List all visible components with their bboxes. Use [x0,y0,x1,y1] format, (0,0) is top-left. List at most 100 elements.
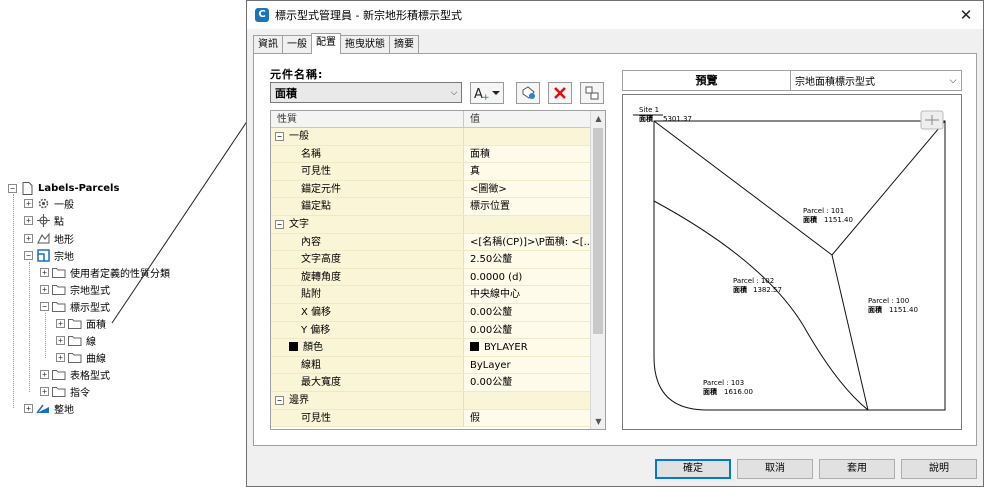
grid-property-row[interactable]: 可見性 真 [271,163,591,181]
property-value: 0.00公釐 [470,324,513,336]
component-name-label: 元件名稱: [270,68,324,81]
property-name: X 偏移 [301,306,332,318]
grid-property-row[interactable]: 貼附 中央線中心 [271,286,591,304]
parcel-100-area: 1151.40 [889,306,918,314]
property-value: BYLAYER [484,342,528,354]
tab-layout[interactable]: 配置 [311,33,341,54]
preview-header: 預覽 宗地面積標示型式 ⌵ [622,70,962,91]
parcel-line [831,120,946,256]
property-grid: 性質 值 − 一般 名稱 面積 可見性真錨定元件 <圖徵> 錨定點 標示位置 − 文字 內容 <[名稱… [270,110,606,430]
property-value: 0.0000 (d) [470,271,523,283]
preview-drawing: Site 1 面積 5301.37 Parcel : 101 面積 1151.4… [633,106,946,411]
grid-property-row[interactable]: 名稱 面積 [271,145,591,164]
parcel-line [653,200,869,411]
grid-category-row[interactable]: − 文字 [271,215,591,234]
tab-general[interactable]: 一般 [282,35,312,54]
delete-component-button[interactable] [548,82,572,104]
property-value: 中央線中心 [470,289,520,301]
preview-viewport: Site 1 面積 5301.37 Parcel : 101 面積 1151.4… [622,94,962,430]
grid-property-row[interactable]: Y 偏移 0.00公釐 [271,321,591,340]
grid-property-row[interactable]: 顏色 BYLAYER [271,339,591,357]
property-name: 一般 [289,131,309,142]
grid-scrollbar[interactable]: ▲ ▼ [590,111,605,429]
grid-property-row[interactable]: 文字高度 2.50公釐 [271,251,591,269]
copy-component-icon [522,86,535,99]
parcel-103-name: Parcel : 103 [703,379,744,387]
parcel-102-area: 1382.57 [753,286,782,294]
layout-panel: 元件名稱: 面積 ⌵ A + 性質 值 − 一般 名稱 面積 可見性真錨定元件 <圖徵> 錨定… [253,53,977,446]
parcel-101-area-prefix: 面積 [803,215,818,224]
site-boundary [653,120,946,411]
grid-category-row[interactable]: − 一般 [271,128,591,146]
color-swatch-icon [289,342,298,352]
property-name: 文字 [289,218,309,230]
copy-component-button[interactable] [516,82,540,104]
property-value: 真 [470,166,480,178]
label-style-composer-dialog: C 標示型式管理員 - 新宗地形積標示型式 ✕ 資訊 一般 配置 拖曳狀態 摘要… [246,0,984,487]
property-value: 面積 [470,148,490,160]
grid-property-row[interactable]: 線粗 ByLayer [271,356,591,375]
grid-property-row[interactable]: 最大寬度 0.00公釐 [271,374,591,392]
grid-category-row[interactable]: − 邊界 [271,391,591,410]
collapse-icon[interactable]: − [275,132,284,141]
grid-property-row[interactable]: 錨定點 標示位置 [271,198,591,216]
property-name: 可見性 [301,166,331,178]
grid-header: 性質 值 [271,111,591,128]
property-name: 邊界 [289,394,309,406]
site-area-value: 5301.37 [663,115,692,123]
scroll-thumb[interactable] [593,128,603,334]
property-value: ByLayer [470,359,511,371]
parcel-101-name: Parcel : 101 [803,207,844,215]
property-name: 錨定點 [301,201,331,213]
close-icon[interactable]: ✕ [955,4,977,26]
grid-property-row[interactable]: X 偏移 0.00公釐 [271,303,591,322]
cancel-button[interactable]: 取消 [737,459,813,479]
component-draw-order-button[interactable] [580,82,604,104]
property-value: 0.00公釐 [470,377,513,389]
property-name: 顏色 [303,342,323,354]
property-name: 名稱 [301,148,321,160]
grid-property-row[interactable]: 內容 <[名稱(CP)]>\P面積: <[... [271,233,591,252]
tab-summary[interactable]: 摘要 [389,35,419,54]
property-value: 2.50公釐 [470,254,513,266]
tab-dragged-state[interactable]: 拖曳狀態 [340,35,390,54]
preview-label: 預覽 [623,71,791,90]
scroll-up-icon[interactable]: ▲ [591,111,605,126]
create-text-component-button[interactable]: A + [470,82,504,104]
property-name: 可見性 [301,412,331,424]
property-value: <圖徵> [470,183,507,195]
grid-property-row[interactable]: 可見性 假 [271,409,591,428]
title-bar: C 標示型式管理員 - 新宗地形積標示型式 ✕ [247,1,983,29]
property-name: 內容 [301,236,321,248]
collapse-icon[interactable]: − [275,395,284,405]
grid-property-row[interactable]: 錨定元件 <圖徵> [271,180,591,199]
parcel-103-area-prefix: 面積 [703,387,718,396]
parcel-102-name: Parcel : 102 [733,277,774,285]
property-name: 錨定元件 [301,183,341,195]
parcel-101-area: 1151.40 [824,216,853,224]
property-name: 文字高度 [301,254,341,266]
chevron-down-icon: ⌵ [450,87,458,98]
preview-style-select[interactable]: 宗地面積標示型式 ⌵ [791,71,961,90]
ok-button[interactable]: 確定 [655,459,731,479]
draw-order-icon [585,86,599,100]
apply-button[interactable]: 套用 [819,459,895,479]
scroll-down-icon[interactable]: ▼ [591,414,605,429]
tab-information[interactable]: 資訊 [253,35,283,54]
collapse-icon[interactable]: − [275,219,284,229]
property-value: 標示位置 [470,201,510,213]
svg-text:+: + [482,93,490,101]
property-column-header: 性質 [271,111,464,127]
delete-icon [554,87,566,99]
parcel-100-area-prefix: 面積 [868,305,883,314]
parcel-100-name: Parcel : 100 [868,297,909,305]
component-name-select[interactable]: 面積 ⌵ [270,82,462,103]
parcel-line [653,120,869,411]
grid-property-row[interactable]: 旋轉角度 0.0000 (d) [271,268,591,287]
help-button[interactable]: 說明 [901,459,977,479]
property-name: 線粗 [301,359,321,371]
grid-rows: − 一般 名稱 面積 可見性真錨定元件 <圖徵> 錨定點 標示位置 − 文字 內容 <[名稱(CP)]… [271,128,591,428]
property-value: <[名稱(CP)]>\P面積: <[... [470,236,591,248]
site-area-prefix: 面積 [639,114,654,123]
tab-strip: 資訊 一般 配置 拖曳狀態 摘要 [253,33,419,54]
